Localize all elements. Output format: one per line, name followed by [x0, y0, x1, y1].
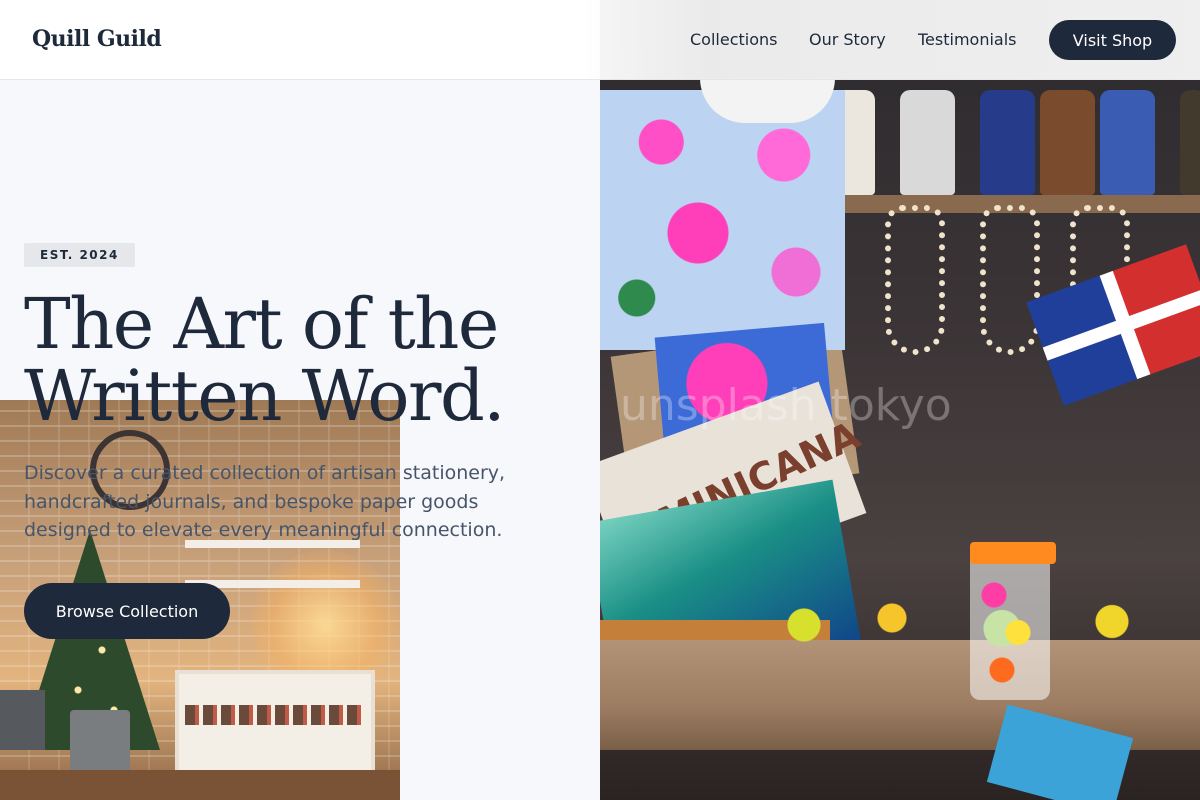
wood-floor [0, 770, 400, 800]
hero-title: The Art of the Written Word. [24, 288, 584, 432]
top-navbar: Quill Guild Collections Our Story Testim… [0, 0, 1200, 80]
bottle [1180, 90, 1200, 195]
hero-title-line: The Art of the [24, 283, 499, 365]
bottle [1100, 90, 1155, 195]
shell-necklace [980, 205, 1040, 355]
cabinet-jars [185, 705, 365, 725]
hair-tie-bag-cap [970, 542, 1056, 564]
hero-title-line: Written Word. [24, 355, 506, 437]
chair [0, 690, 45, 750]
photo-watermark: unsplash tokyo [620, 380, 952, 431]
shell-necklace [885, 205, 945, 355]
hero-description: Discover a curated collection of artisan… [24, 462, 506, 541]
floral-fabric-bag [600, 90, 845, 350]
coffee-bag [900, 90, 955, 195]
display-cabinet [175, 670, 375, 780]
hair-tie-bag [970, 550, 1050, 700]
brand-logo[interactable]: Quill Guild [32, 26, 162, 52]
visit-shop-button[interactable]: Visit Shop [1049, 20, 1176, 60]
browse-collection-button[interactable]: Browse Collection [24, 583, 230, 639]
bottle [980, 90, 1035, 195]
bottle [1040, 90, 1095, 195]
nav-link-testimonials[interactable]: Testimonials [918, 30, 1017, 49]
established-badge: EST. 2024 [24, 243, 135, 267]
market-stall-photo: DOMINICANA unsplash tokyo [600, 0, 1200, 800]
nav-link-our-story[interactable]: Our Story [809, 30, 886, 49]
nav-link-collections[interactable]: Collections [690, 30, 777, 49]
